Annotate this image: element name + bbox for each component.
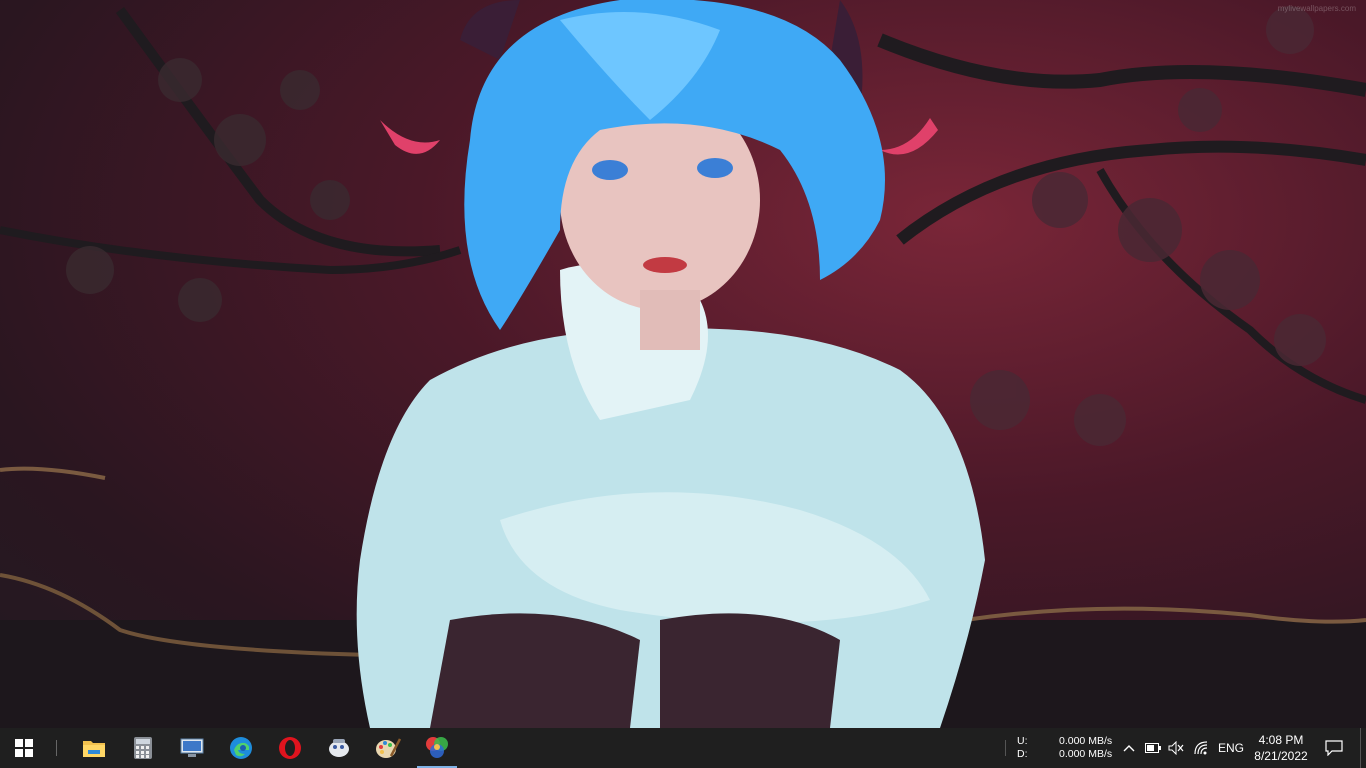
volume-muted-icon (1168, 741, 1184, 755)
download-value: 0.000 MB/s (1059, 748, 1113, 760)
app-icon (329, 739, 349, 757)
battery-icon (1145, 743, 1161, 753)
taskbar-opera[interactable] (266, 728, 314, 768)
show-desktop-button[interactable] (1360, 728, 1366, 768)
upload-value: 0.000 MB/s (1059, 735, 1113, 747)
color-wheel-icon (426, 737, 448, 758)
taskbar-remote-desktop[interactable] (168, 728, 216, 768)
network-speed-meter[interactable]: U: 0.000 MB/s D: 0.000 MB/s (1017, 735, 1112, 761)
remote-desktop-icon (180, 738, 204, 757)
windows-logo-icon (15, 739, 33, 757)
taskbar-edge[interactable] (217, 728, 265, 768)
upload-label: U: (1017, 735, 1028, 747)
edge-browser-icon (230, 737, 252, 759)
file-explorer-icon (83, 741, 105, 757)
clock-time: 4:08 PM (1258, 733, 1304, 747)
paint-icon (376, 738, 401, 758)
action-center-icon (1325, 740, 1343, 756)
download-label: D: (1017, 748, 1028, 760)
chevron-up-icon (1123, 745, 1135, 752)
show-hidden-icons-button[interactable] (1117, 728, 1141, 768)
clock-button[interactable]: 4:08 PM 8/21/2022 (1250, 732, 1312, 764)
taskbar-paint[interactable] (364, 728, 412, 768)
taskbar-app[interactable] (315, 728, 363, 768)
desktop-wallpaper: mylivewallpapers.com (0, 0, 1366, 728)
start-button[interactable] (0, 728, 48, 768)
taskbar-calculator[interactable] (119, 728, 167, 768)
battery-button[interactable] (1141, 728, 1165, 768)
tray-separator (1005, 740, 1006, 756)
taskbar: U: 0.000 MB/s D: 0.000 MB/s ENG 4:08 PM … (0, 728, 1366, 768)
clock-date: 8/21/2022 (1254, 749, 1308, 763)
opera-browser-icon (279, 737, 301, 759)
action-center-button[interactable] (1318, 728, 1350, 768)
watermark-text: mylivewallpapers.com (1277, 4, 1356, 13)
taskbar-color-wheel[interactable] (413, 728, 461, 768)
wallpaper-image (0, 0, 1366, 728)
taskbar-file-explorer[interactable] (70, 728, 118, 768)
calculator-icon (134, 737, 152, 759)
wifi-icon (1194, 741, 1208, 755)
network-button[interactable] (1190, 728, 1214, 768)
taskbar-separator (56, 740, 57, 756)
input-language-button[interactable]: ENG (1216, 728, 1246, 768)
volume-button[interactable] (1164, 728, 1188, 768)
